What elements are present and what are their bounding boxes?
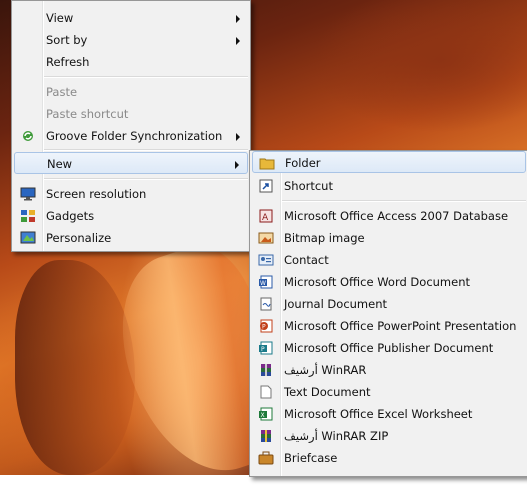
menu-item-personalize[interactable]: Personalize: [14, 227, 248, 249]
menu-item-label: View: [46, 11, 74, 25]
submenu-arrow-icon: [236, 15, 240, 23]
new-item-word-document[interactable]: W Microsoft Office Word Document: [252, 271, 526, 293]
new-item-shortcut[interactable]: Shortcut: [252, 175, 526, 197]
menu-item-label: New: [47, 157, 73, 171]
menu-item-view[interactable]: View: [14, 7, 248, 29]
svg-text:W: W: [260, 280, 266, 287]
menu-item-refresh[interactable]: Refresh: [14, 51, 248, 73]
publisher-icon: P: [258, 341, 274, 355]
menu-item-label: Bitmap image: [284, 231, 365, 245]
gadgets-icon: [20, 209, 36, 223]
text-document-icon: [258, 385, 274, 399]
menu-separator: [44, 178, 248, 180]
svg-text:X: X: [261, 412, 265, 419]
menu-item-label: أرشيف WinRAR ZIP: [284, 429, 389, 443]
journal-document-icon: [258, 297, 274, 311]
new-item-powerpoint[interactable]: P Microsoft Office PowerPoint Presentati…: [252, 315, 526, 337]
menu-item-screen-resolution[interactable]: Screen resolution: [14, 183, 248, 205]
desktop-context-menu: View Sort by Refresh Paste Paste shortcu…: [11, 0, 251, 252]
bitmap-image-icon: [258, 231, 274, 245]
access-db-icon: A: [258, 209, 274, 223]
svg-text:A: A: [262, 213, 269, 223]
contact-icon: [258, 253, 274, 267]
folder-icon: [259, 156, 275, 170]
shortcut-icon: [258, 179, 274, 193]
menu-item-label: Paste: [46, 85, 78, 99]
menu-item-groove-folder-sync[interactable]: Groove Folder Synchronization: [14, 125, 248, 147]
menu-item-label: Microsoft Office Access 2007 Database: [284, 209, 509, 223]
menu-item-label: Contact: [284, 253, 329, 267]
menu-item-label: Folder: [285, 156, 321, 170]
new-item-folder[interactable]: Folder: [252, 151, 526, 173]
new-item-briefcase[interactable]: Briefcase: [252, 447, 526, 469]
menu-item-label: Microsoft Office Publisher Document: [284, 341, 494, 355]
menu-item-label: Text Document: [284, 385, 371, 399]
screen-resolution-icon: [20, 187, 36, 201]
menu-separator: [282, 200, 526, 202]
svg-text:P: P: [261, 346, 265, 353]
new-item-excel-worksheet[interactable]: X Microsoft Office Excel Worksheet: [252, 403, 526, 425]
menu-item-label: Microsoft Office PowerPoint Presentation: [284, 319, 517, 333]
new-item-text-document[interactable]: Text Document: [252, 381, 526, 403]
new-item-winrar-archive[interactable]: أرشيف WinRAR: [252, 359, 526, 381]
winrar-zip-icon: [258, 429, 274, 443]
svg-text:P: P: [262, 324, 266, 331]
submenu-arrow-icon: [235, 161, 239, 169]
menu-item-label: Microsoft Office Word Document: [284, 275, 471, 289]
menu-item-label: Groove Folder Synchronization: [46, 129, 223, 143]
menu-item-label: Personalize: [46, 231, 112, 245]
menu-item-label: Gadgets: [46, 209, 95, 223]
personalize-icon: [20, 231, 36, 245]
winrar-archive-icon: [258, 363, 274, 377]
excel-worksheet-icon: X: [258, 407, 274, 421]
powerpoint-icon: P: [258, 319, 274, 333]
groove-sync-icon: [20, 129, 36, 143]
wallpaper-rock: [15, 260, 135, 475]
menu-item-label: Paste shortcut: [46, 107, 129, 121]
menu-item-paste[interactable]: Paste: [14, 81, 248, 103]
menu-item-label: Sort by: [46, 33, 88, 47]
submenu-arrow-icon: [236, 37, 240, 45]
new-item-winrar-zip[interactable]: أرشيف WinRAR ZIP: [252, 425, 526, 447]
menu-item-label: Shortcut: [284, 179, 333, 193]
menu-item-label: أرشيف WinRAR: [284, 363, 367, 377]
menu-item-gadgets[interactable]: Gadgets: [14, 205, 248, 227]
menu-separator: [44, 76, 248, 78]
new-item-bitmap-image[interactable]: Bitmap image: [252, 227, 526, 249]
new-item-contact[interactable]: Contact: [252, 249, 526, 271]
new-item-access-database[interactable]: A Microsoft Office Access 2007 Database: [252, 205, 526, 227]
menu-item-label: Screen resolution: [46, 187, 147, 201]
word-document-icon: W: [258, 275, 274, 289]
menu-item-new[interactable]: New: [14, 152, 248, 174]
menu-separator: [44, 149, 248, 151]
menu-item-sort-by[interactable]: Sort by: [14, 29, 248, 51]
briefcase-icon: [258, 451, 274, 465]
new-submenu: Folder Shortcut A Microsoft Office Acces…: [249, 150, 527, 477]
new-item-journal-document[interactable]: Journal Document: [252, 293, 526, 315]
submenu-arrow-icon: [236, 133, 240, 141]
new-item-publisher[interactable]: P Microsoft Office Publisher Document: [252, 337, 526, 359]
menu-item-label: Microsoft Office Excel Worksheet: [284, 407, 473, 421]
menu-item-paste-shortcut[interactable]: Paste shortcut: [14, 103, 248, 125]
menu-item-label: Refresh: [46, 55, 90, 69]
menu-item-label: Journal Document: [284, 297, 388, 311]
menu-item-label: Briefcase: [284, 451, 338, 465]
